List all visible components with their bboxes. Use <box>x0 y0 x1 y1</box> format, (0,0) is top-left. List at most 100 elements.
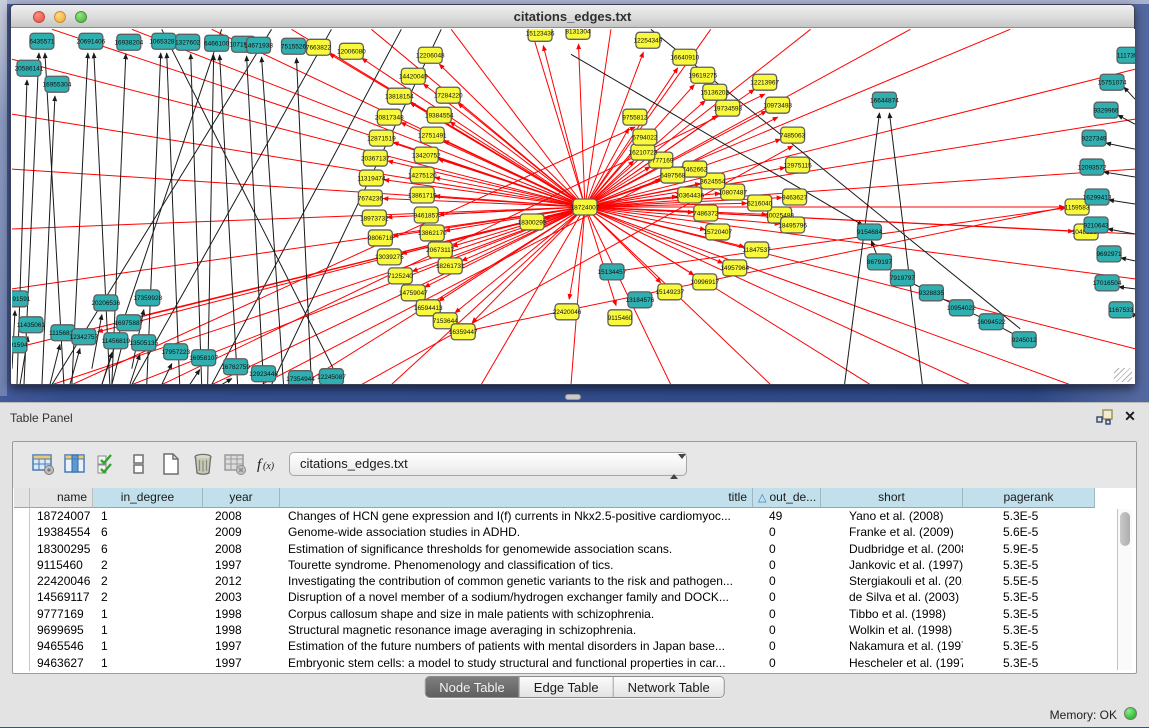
graph-node[interactable]: 7485063 <box>780 127 806 143</box>
graph-node[interactable]: 20691406 <box>76 33 105 49</box>
graph-node[interactable]: 16210723 <box>628 144 657 160</box>
graph-node[interactable]: 9210643 <box>1083 217 1109 233</box>
column-header-short[interactable]: short <box>821 488 963 508</box>
close-panel-button[interactable]: ✕ <box>1122 408 1138 424</box>
column-header-out_de[interactable]: △out_de... <box>753 488 821 508</box>
graph-node[interactable]: 19734593 <box>713 100 742 116</box>
scrollbar-thumb[interactable] <box>1120 512 1130 546</box>
graph-node[interactable]: 8131304 <box>565 29 591 39</box>
graph-node[interactable]: 13505135 <box>129 335 158 351</box>
graph-node[interactable]: 11847537 <box>743 242 772 258</box>
graph-node[interactable]: 10996917 <box>690 274 719 290</box>
graph-node[interactable]: 10954022 <box>947 300 976 316</box>
graph-node[interactable]: 15123436 <box>526 29 555 41</box>
graph-node[interactable]: 11319474 <box>357 170 386 186</box>
graph-node[interactable]: 9463627 <box>782 189 808 205</box>
graph-node[interactable]: 16094522 <box>977 314 1006 330</box>
graph-node[interactable]: 6435571 <box>29 33 55 49</box>
table-row[interactable]: 1830029562008Estimation of significance … <box>14 541 1135 557</box>
graph-node[interactable]: 16958107 <box>189 350 218 366</box>
graph-node[interactable]: 9227349 <box>1081 130 1107 146</box>
table-row[interactable]: 2242004622012Investigating the contribut… <box>14 573 1135 589</box>
show-columns-button[interactable] <box>61 450 89 478</box>
select-rows-button[interactable] <box>93 450 121 478</box>
graph-node[interactable]: 14420049 <box>399 68 428 84</box>
graph-node[interactable]: 12975115 <box>783 157 812 173</box>
graph-node[interactable]: 15751074 <box>1098 74 1127 90</box>
graph-node[interactable]: 13861719 <box>408 187 437 203</box>
graph-node[interactable]: 18261731 <box>436 258 465 274</box>
graph-node[interactable]: 8679197 <box>867 254 893 270</box>
graph-node[interactable]: 9245012 <box>1012 332 1038 348</box>
graph-node[interactable]: 14671938 <box>244 37 273 53</box>
graph-node[interactable]: 17016504 <box>1093 275 1122 291</box>
column-header-name[interactable]: name <box>30 488 93 508</box>
graph-node[interactable]: 12871519 <box>367 130 396 146</box>
graph-node[interactable]: 9115460 <box>608 310 633 326</box>
graph-node[interactable]: 17354944 <box>286 371 315 384</box>
graph-node[interactable]: 6466100 <box>204 35 230 51</box>
hub-node[interactable]: 18724007 <box>571 199 600 215</box>
graph-node[interactable]: 9391594 <box>12 337 28 353</box>
split-pane-divider[interactable] <box>565 394 581 400</box>
graph-node[interactable]: 9461857 <box>414 207 440 223</box>
graph-node[interactable]: 6497568 <box>660 167 686 183</box>
graph-node[interactable]: 7663822 <box>306 39 332 55</box>
tab-node-table[interactable]: Node Table <box>425 677 520 697</box>
graph-node[interactable]: 17957223 <box>161 344 190 360</box>
graph-node[interactable]: 11456819 <box>102 333 131 349</box>
graph-node[interactable]: 16975887 <box>114 315 143 331</box>
graph-node[interactable]: 13184576 <box>625 292 654 308</box>
column-header-title[interactable]: title <box>280 488 753 508</box>
graph-node[interactable]: 16644874 <box>870 92 899 108</box>
graph-node[interactable]: 20364436 <box>675 187 704 203</box>
graph-node[interactable]: 7125240 <box>388 268 414 284</box>
graph-node[interactable]: 13862170 <box>418 225 447 241</box>
tab-edge-table[interactable]: Edge Table <box>520 677 614 697</box>
graph-node[interactable]: 18973732 <box>360 210 389 226</box>
graph-node[interactable]: 20673117 <box>426 242 455 258</box>
graph-node[interactable]: 11435061 <box>17 317 46 333</box>
table-row[interactable]: 946554611997Estimation of the future num… <box>14 638 1135 654</box>
graph-node[interactable]: 18300295 <box>518 214 547 230</box>
graph-node[interactable]: 20206536 <box>91 295 120 311</box>
graph-node[interactable]: 1327602 <box>175 34 201 50</box>
graph-node[interactable]: 15149237 <box>655 284 684 300</box>
graph-node[interactable]: 12006080 <box>337 43 366 59</box>
graph-node[interactable]: 7674236 <box>358 190 384 206</box>
graph-node[interactable]: 7462662 <box>682 161 708 177</box>
memory-status-icon[interactable] <box>1124 707 1137 720</box>
graph-node[interactable]: 19384554 <box>425 107 454 123</box>
table-row[interactable]: 1872400712008Changes of HCN gene express… <box>14 508 1135 524</box>
graph-node[interactable]: 12751491 <box>418 127 447 143</box>
graph-node[interactable]: 9328835 <box>919 285 945 301</box>
graph-node[interactable]: 15136202 <box>700 84 729 100</box>
table-row[interactable]: 1456911722003Disruption of a novel membe… <box>14 589 1135 605</box>
graph-node[interactable]: 7486372 <box>693 205 719 221</box>
graph-node[interactable]: 13420752 <box>412 147 441 163</box>
graph-node[interactable]: 1117394 <box>1117 47 1135 63</box>
graph-node[interactable]: 7919797 <box>890 270 916 286</box>
graph-node[interactable]: 17284220 <box>434 87 463 103</box>
row-height-button[interactable] <box>125 450 153 478</box>
vertical-scrollbar[interactable] <box>1117 509 1132 670</box>
graph-node[interactable]: 16640910 <box>670 49 699 65</box>
table-row[interactable]: 969969511998Structural magnetic resonanc… <box>14 622 1135 638</box>
delete-column-button[interactable] <box>189 450 217 478</box>
graph-node[interactable]: 12093572 <box>1078 159 1107 175</box>
graph-node[interactable]: 14759047 <box>399 285 428 301</box>
graph-node[interactable]: 12923448 <box>249 366 278 382</box>
table-row[interactable]: 977716911998Corpus callosum shape and si… <box>14 606 1135 622</box>
column-header-year[interactable]: year <box>203 488 280 508</box>
table-row[interactable]: 946362711997Embryonic stem cells: a mode… <box>14 655 1135 671</box>
table-row[interactable]: 911546021997Tourette syndrome. Phenomeno… <box>14 557 1135 573</box>
graph-node[interactable]: 16299413 <box>1083 189 1112 205</box>
float-panel-button[interactable] <box>1096 409 1114 425</box>
graph-node[interactable]: 6794022 <box>632 129 658 145</box>
table-select-dropdown[interactable]: citations_edges.txt <box>289 452 687 476</box>
graph-node[interactable]: 16782759 <box>221 359 250 375</box>
graph-node[interactable]: 7515526 <box>281 38 307 54</box>
graph-node[interactable]: 15134457 <box>598 264 627 280</box>
graph-node[interactable]: 19619275 <box>688 67 717 83</box>
new-column-button[interactable] <box>157 450 185 478</box>
